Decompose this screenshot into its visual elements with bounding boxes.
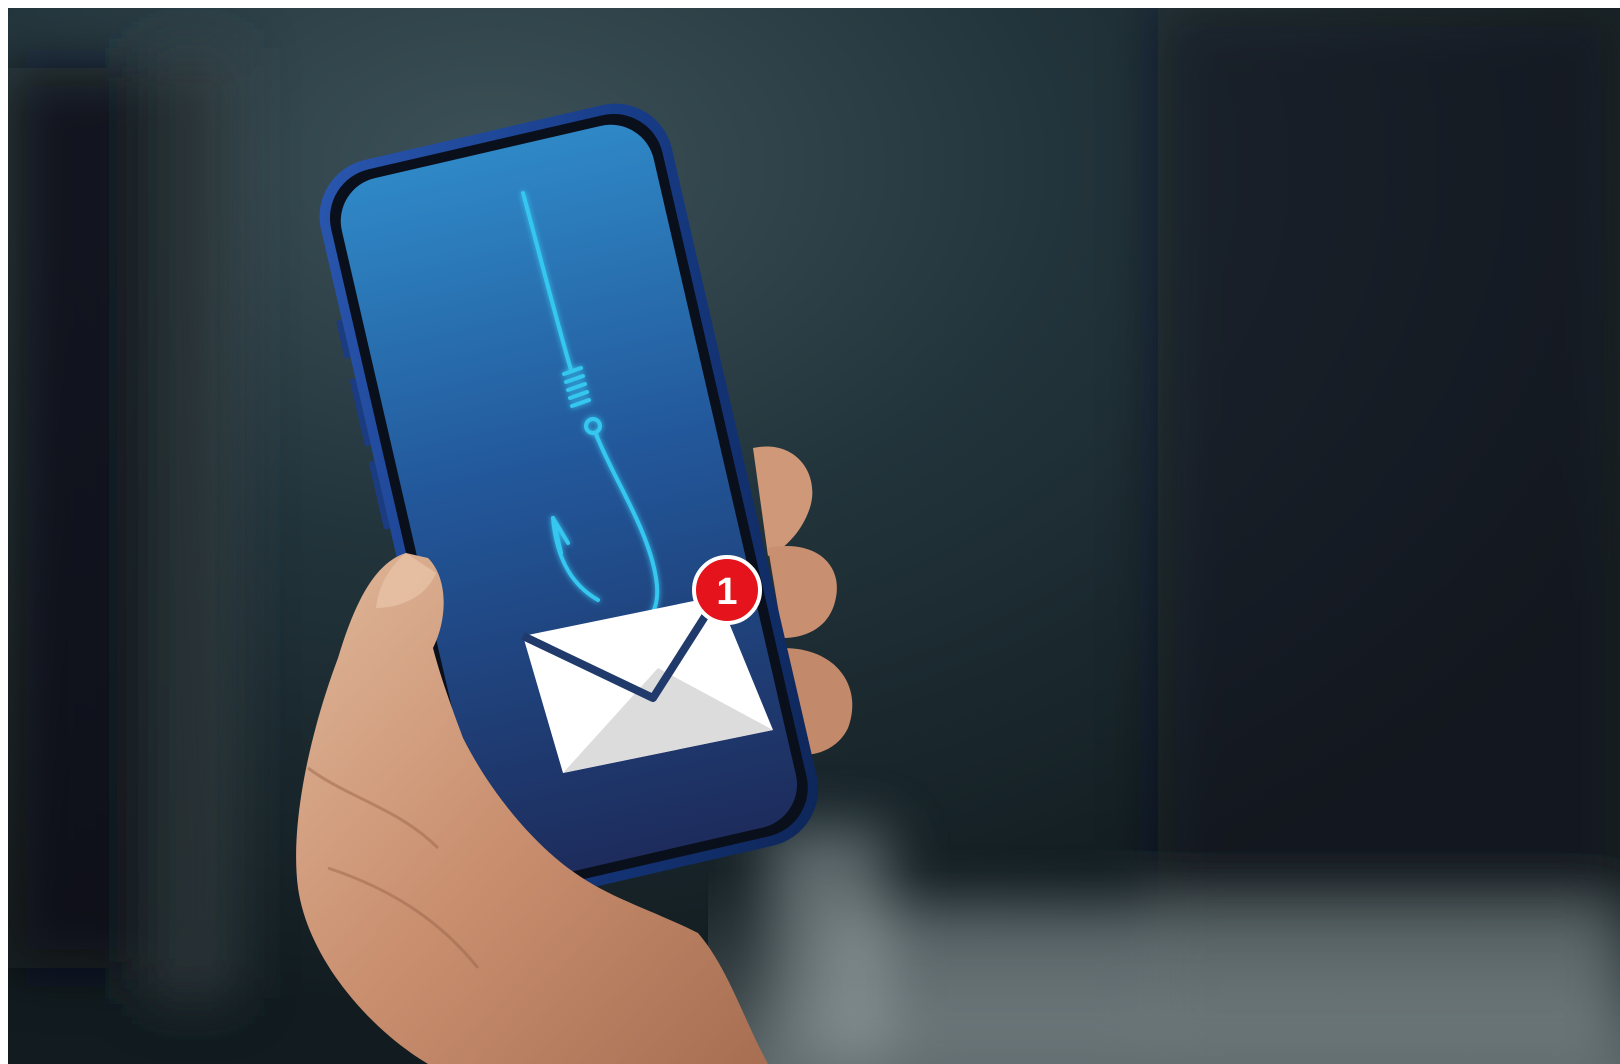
table-surface: [708, 868, 1620, 1064]
phishing-phone-photo: 1: [8, 8, 1620, 1064]
photo-frame: 1: [8, 8, 1620, 1064]
notification-badge-icon: 1: [692, 555, 762, 625]
notification-count: 1: [716, 571, 737, 613]
